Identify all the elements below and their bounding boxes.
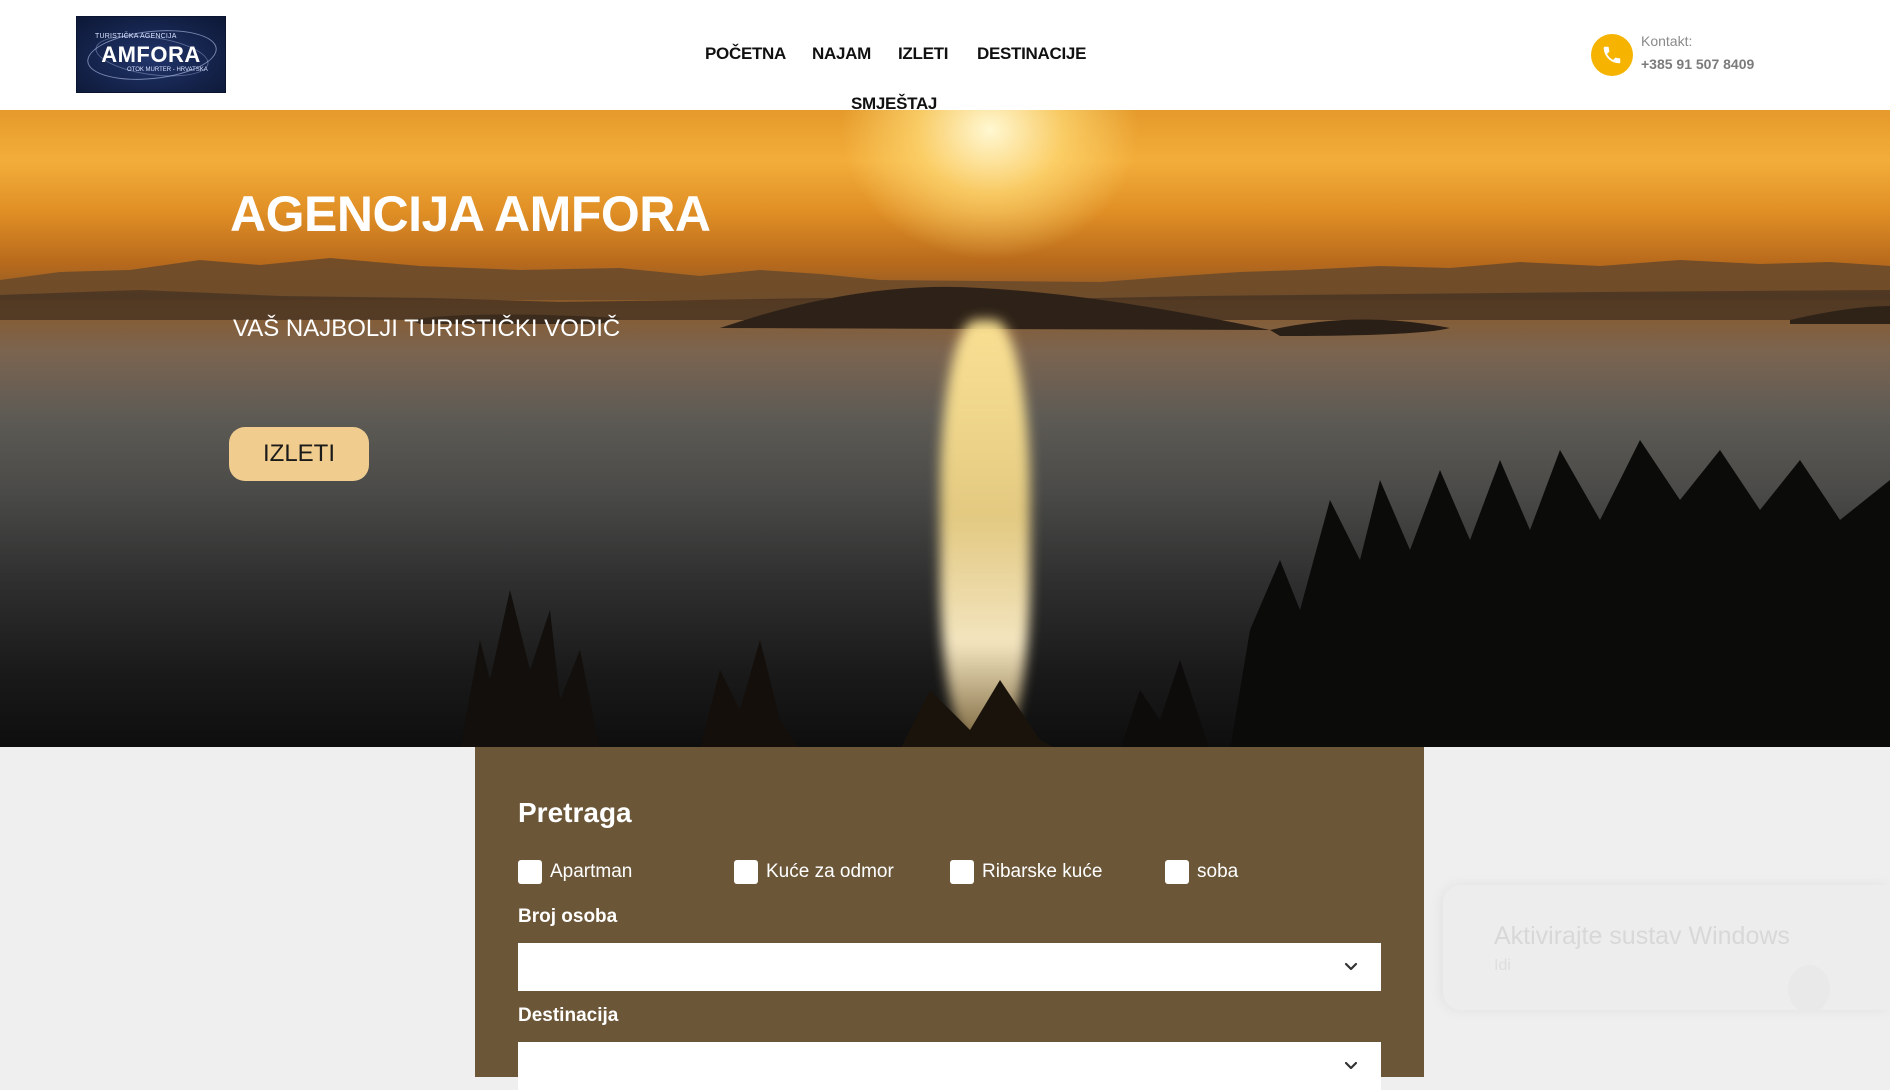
persons-label: Broj osoba [518, 906, 618, 927]
phone-icon[interactable] [1591, 34, 1633, 76]
chevron-down-icon [1344, 1061, 1358, 1070]
contact-label: Kontakt: [1641, 33, 1693, 49]
windows-activation-link[interactable]: Idi [1494, 957, 1511, 975]
chat-bubble-icon[interactable] [1788, 965, 1830, 1013]
hero-izleti-button[interactable]: IZLETI [229, 427, 369, 481]
chevron-down-icon [1344, 962, 1358, 971]
checkbox-box[interactable] [734, 860, 758, 884]
nav-item-izleti[interactable]: IZLETI [898, 44, 948, 64]
nav-item-pocetna[interactable]: POČETNA [705, 44, 786, 64]
hero-banner: AGENCIJA AMFORA VAŠ NAJBOLJI TURISTIČKI … [0, 110, 1890, 747]
checkbox-label: Apartman [550, 861, 633, 882]
site-header: TURISTIČKA AGENCIJA AMFORA OTOK MURTER -… [0, 0, 1890, 113]
checkbox-box[interactable] [1165, 860, 1189, 884]
logo-name: AMFORA [101, 42, 201, 67]
search-panel: Pretraga Apartman Kuće za odmor Ribarske… [475, 747, 1424, 1090]
checkbox-label: soba [1197, 861, 1239, 882]
hero-title: AGENCIJA AMFORA [230, 186, 711, 242]
checkbox-soba[interactable]: soba [1165, 860, 1238, 884]
checkbox-box[interactable] [518, 860, 542, 884]
checkbox-kuce-za-odmor[interactable]: Kuće za odmor [734, 860, 894, 884]
logo-tagline-top: TURISTIČKA AGENCIJA [95, 33, 177, 40]
phone-icon-glyph [1603, 46, 1621, 64]
foliage-silhouette [460, 440, 1890, 747]
nav-item-smjestaj[interactable]: SMJEŠTAJ [851, 94, 937, 114]
sun-glow [840, 110, 1140, 260]
hero-subtitle: VAŠ NAJBOLJI TURISTIČKI VODIČ [233, 315, 621, 342]
checkbox-box[interactable] [950, 860, 974, 884]
checkbox-label: Kuće za odmor [766, 861, 894, 882]
checkbox-apartman[interactable]: Apartman [518, 860, 632, 884]
nav-item-najam[interactable]: NAJAM [812, 44, 871, 64]
checkbox-ribarske-kuce[interactable]: Ribarske kuće [950, 860, 1102, 884]
search-title: Pretraga [518, 797, 632, 828]
contact-phone-number[interactable]: +385 91 507 8409 [1641, 56, 1754, 72]
logo-tagline-bottom: OTOK MURTER - HRVATSKA [127, 67, 208, 73]
checkbox-label: Ribarske kuće [982, 861, 1103, 882]
destination-label: Destinacija [518, 1005, 619, 1026]
nav-item-destinacije[interactable]: DESTINACIJE [977, 44, 1086, 64]
amfora-logo[interactable]: TURISTIČKA AGENCIJA AMFORA OTOK MURTER -… [76, 16, 226, 93]
persons-select[interactable] [518, 943, 1381, 991]
windows-activation-title: Aktivirajte sustav Windows [1494, 922, 1790, 950]
destination-select[interactable] [518, 1042, 1381, 1090]
